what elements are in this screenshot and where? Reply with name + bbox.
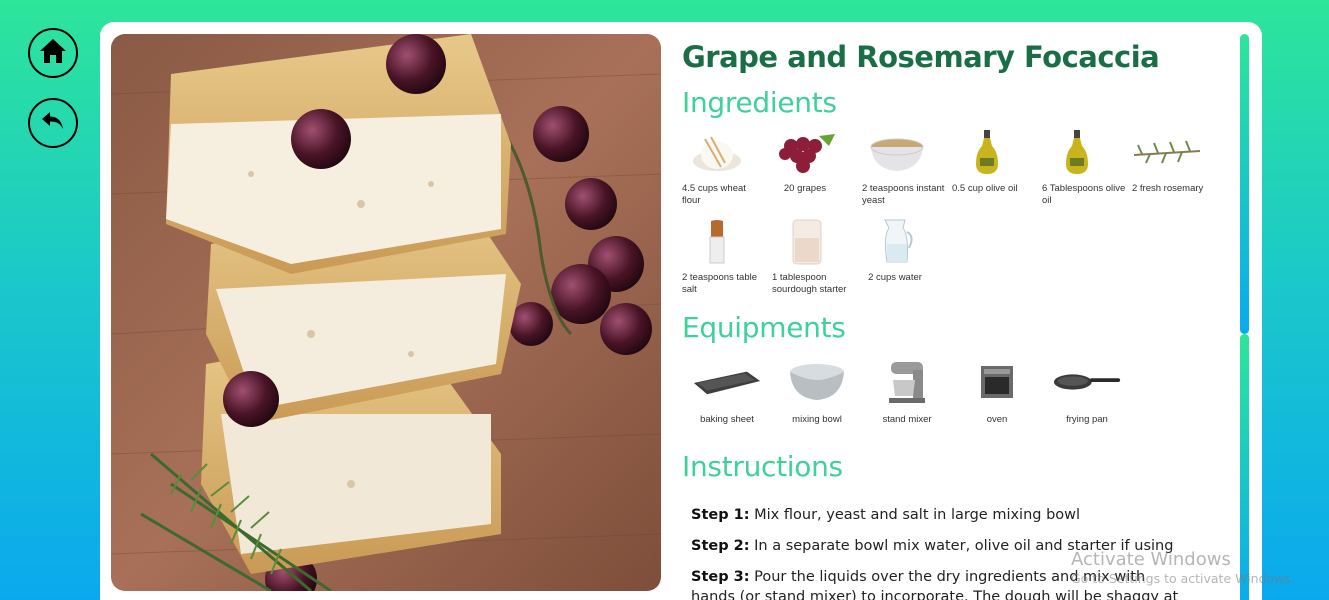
- back-button[interactable]: [28, 98, 78, 148]
- equipments-grid: baking sheet mixing bowl stand mixer ove…: [682, 358, 1222, 450]
- olive-oil-icon: [952, 129, 1022, 177]
- ingredient-item: 4.5 cups wheat flour: [682, 129, 772, 218]
- ingredient-item: 6 Tablespoons olive oil: [1042, 129, 1132, 218]
- ingredient-label: 20 grapes: [783, 183, 827, 194]
- equipment-item: frying pan: [1042, 358, 1132, 450]
- ingredient-item: 2 teaspoons table salt: [682, 218, 772, 307]
- ingredient-item: 2 teaspoons instant yeast: [862, 129, 952, 218]
- salt-icon: [682, 218, 752, 266]
- step-label: Step 3:: [691, 569, 750, 585]
- sourdough-starter-icon: [772, 218, 842, 266]
- ingredient-item: 20 grapes: [772, 129, 862, 218]
- equipment-item: stand mixer: [862, 358, 952, 450]
- ingredients-grid: 4.5 cups wheat flour 20 grapes 2 teaspoo…: [682, 129, 1222, 307]
- instructions-heading: Instructions: [682, 450, 843, 483]
- step-text: Mix flour, yeast and salt in large mixin…: [749, 507, 1081, 523]
- baking-sheet-icon: [692, 358, 762, 406]
- ingredient-label: 2 fresh rosemary: [1132, 183, 1204, 194]
- ingredients-heading: Ingredients: [682, 86, 837, 119]
- step-label: Step 2:: [691, 538, 750, 554]
- back-arrow-icon: [40, 110, 66, 136]
- ingredient-item: 2 cups water: [862, 218, 952, 307]
- ingredient-item: 2 fresh rosemary: [1132, 129, 1222, 218]
- equipment-label: baking sheet: [700, 414, 754, 425]
- ingredient-item: 1 tablespoon sourdough starter: [772, 218, 862, 307]
- ingredient-label: 2 teaspoons table salt: [682, 272, 758, 295]
- recipe-card: Grape and Rosemary Focaccia Ingredients …: [100, 22, 1262, 600]
- equipments-heading: Equipments: [682, 311, 846, 344]
- water-jug-icon: [862, 218, 932, 266]
- grapes-icon: [772, 129, 842, 177]
- equipment-item: mixing bowl: [772, 358, 862, 450]
- flour-icon: [682, 129, 752, 177]
- home-icon: [38, 37, 68, 69]
- mixing-bowl-icon: [782, 358, 852, 406]
- rosemary-icon: [1132, 129, 1202, 177]
- recipe-title: Grape and Rosemary Focaccia: [682, 40, 1160, 74]
- equipment-label: mixing bowl: [792, 414, 842, 425]
- watermark-title: Activate Windows: [1071, 549, 1231, 570]
- ingredient-item: 0.5 cup olive oil: [952, 129, 1042, 218]
- equipment-label: frying pan: [1066, 414, 1108, 425]
- equipment-label: stand mixer: [882, 414, 932, 425]
- oven-icon: [962, 358, 1032, 406]
- equipment-label: oven: [986, 414, 1008, 425]
- yeast-icon: [862, 129, 932, 177]
- scrollbar-thumb[interactable]: [1240, 34, 1249, 334]
- olive-oil-icon: [1042, 129, 1112, 177]
- ingredient-label: 2 cups water: [868, 272, 922, 283]
- home-button[interactable]: [28, 28, 78, 78]
- recipe-photo: [111, 34, 661, 591]
- recipe-content: Grape and Rosemary Focaccia Ingredients …: [682, 36, 1232, 600]
- ingredient-label: 2 teaspoons instant yeast: [862, 183, 945, 206]
- content-scrollbar[interactable]: [1240, 34, 1249, 600]
- frying-pan-icon: [1052, 358, 1122, 406]
- stand-mixer-icon: [872, 358, 942, 406]
- ingredient-label: 6 Tablespoons olive oil: [1042, 183, 1126, 206]
- ingredient-label: 1 tablespoon sourdough starter: [772, 272, 847, 295]
- ingredient-label: 0.5 cup olive oil: [952, 183, 1018, 194]
- equipment-item: baking sheet: [682, 358, 772, 450]
- instruction-step: Step 1: Mix flour, yeast and salt in lar…: [691, 505, 1181, 525]
- ingredient-label: 4.5 cups wheat flour: [682, 183, 746, 206]
- activate-windows-watermark: Activate Windows Go to Settings to activ…: [1071, 549, 1295, 586]
- watermark-subtitle: Go to Settings to activate Windows.: [1071, 571, 1295, 586]
- equipment-item: oven: [952, 358, 1042, 450]
- step-label: Step 1:: [691, 507, 750, 523]
